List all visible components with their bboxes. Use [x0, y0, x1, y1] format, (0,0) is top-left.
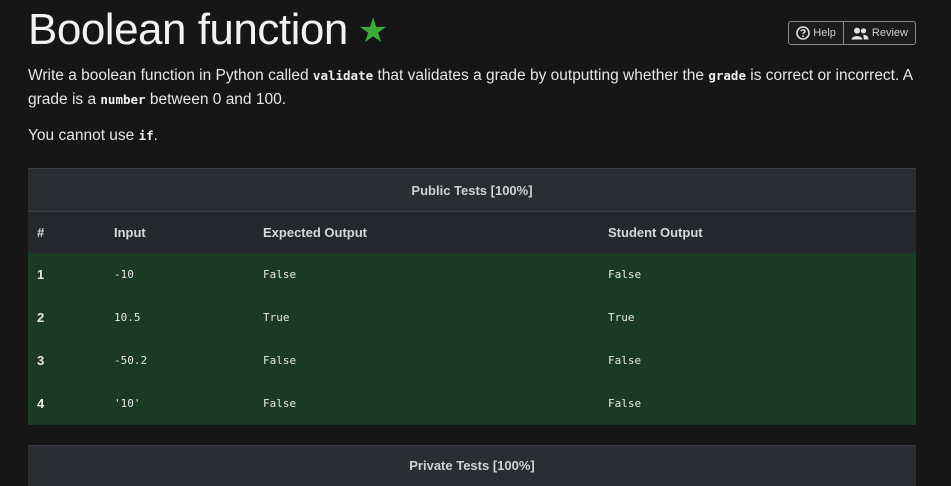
- table-header-row: # Input Expected Output Student Output: [28, 211, 916, 253]
- column-header-student: Student Output: [607, 211, 916, 253]
- table-row: 1 -10 False False: [28, 253, 916, 296]
- table-row: 2 10.5 True True: [28, 296, 916, 339]
- row-number: 1: [28, 253, 113, 296]
- code-number: number: [100, 92, 146, 107]
- help-button[interactable]: Help: [788, 21, 844, 45]
- header-button-group: Help Review: [788, 21, 916, 45]
- private-tests-panel: Private Tests [100%]: [28, 445, 916, 486]
- row-number: 3: [28, 339, 113, 382]
- row-input: '10': [113, 382, 262, 425]
- review-label: Review: [871, 27, 908, 39]
- code-if: if: [138, 128, 154, 143]
- column-header-number: #: [28, 211, 113, 253]
- public-tests-caption: Public Tests [100%]: [28, 168, 916, 212]
- row-expected: False: [262, 339, 607, 382]
- row-number: 4: [28, 382, 113, 425]
- page-title-text: Boolean function: [28, 5, 348, 54]
- star-icon: ★: [357, 12, 388, 50]
- row-student: False: [607, 382, 916, 425]
- main-content: Boolean function ★ Help Review Write a b…: [28, 0, 916, 486]
- row-student: False: [607, 253, 916, 296]
- question-circle-icon: [796, 26, 811, 40]
- task-description: Write a boolean function in Python calle…: [28, 64, 916, 112]
- table-row: 4 '10' False False: [28, 382, 916, 425]
- code-grade: grade: [708, 68, 746, 83]
- row-expected: False: [262, 253, 607, 296]
- code-validate: validate: [312, 68, 374, 83]
- row-expected: False: [262, 382, 607, 425]
- column-header-input: Input: [113, 211, 262, 253]
- constraint-text: .: [153, 127, 158, 144]
- row-number: 2: [28, 296, 113, 339]
- users-icon: [851, 27, 869, 39]
- constraint-text: You cannot use: [28, 127, 139, 144]
- page-title: Boolean function ★: [28, 4, 388, 59]
- private-tests-caption: Private Tests [100%]: [28, 445, 916, 486]
- row-input: -10: [113, 253, 262, 296]
- column-header-expected: Expected Output: [262, 211, 607, 253]
- task-constraint: You cannot use if.: [28, 124, 916, 148]
- table-row: 3 -50.2 False False: [28, 339, 916, 382]
- title-row: Boolean function ★ Help Review: [28, 0, 916, 60]
- row-student: True: [607, 296, 916, 339]
- description-text: Write a boolean function in Python calle…: [28, 67, 313, 84]
- row-expected: True: [262, 296, 607, 339]
- description-text: that validates a grade by outputting whe…: [373, 67, 709, 84]
- row-input: 10.5: [113, 296, 262, 339]
- review-button[interactable]: Review: [843, 21, 916, 45]
- description-text: between 0 and 100.: [145, 91, 287, 108]
- row-student: False: [607, 339, 916, 382]
- row-input: -50.2: [113, 339, 262, 382]
- public-tests-table: Public Tests [100%] # Input Expected Out…: [28, 168, 916, 425]
- help-label: Help: [813, 27, 836, 39]
